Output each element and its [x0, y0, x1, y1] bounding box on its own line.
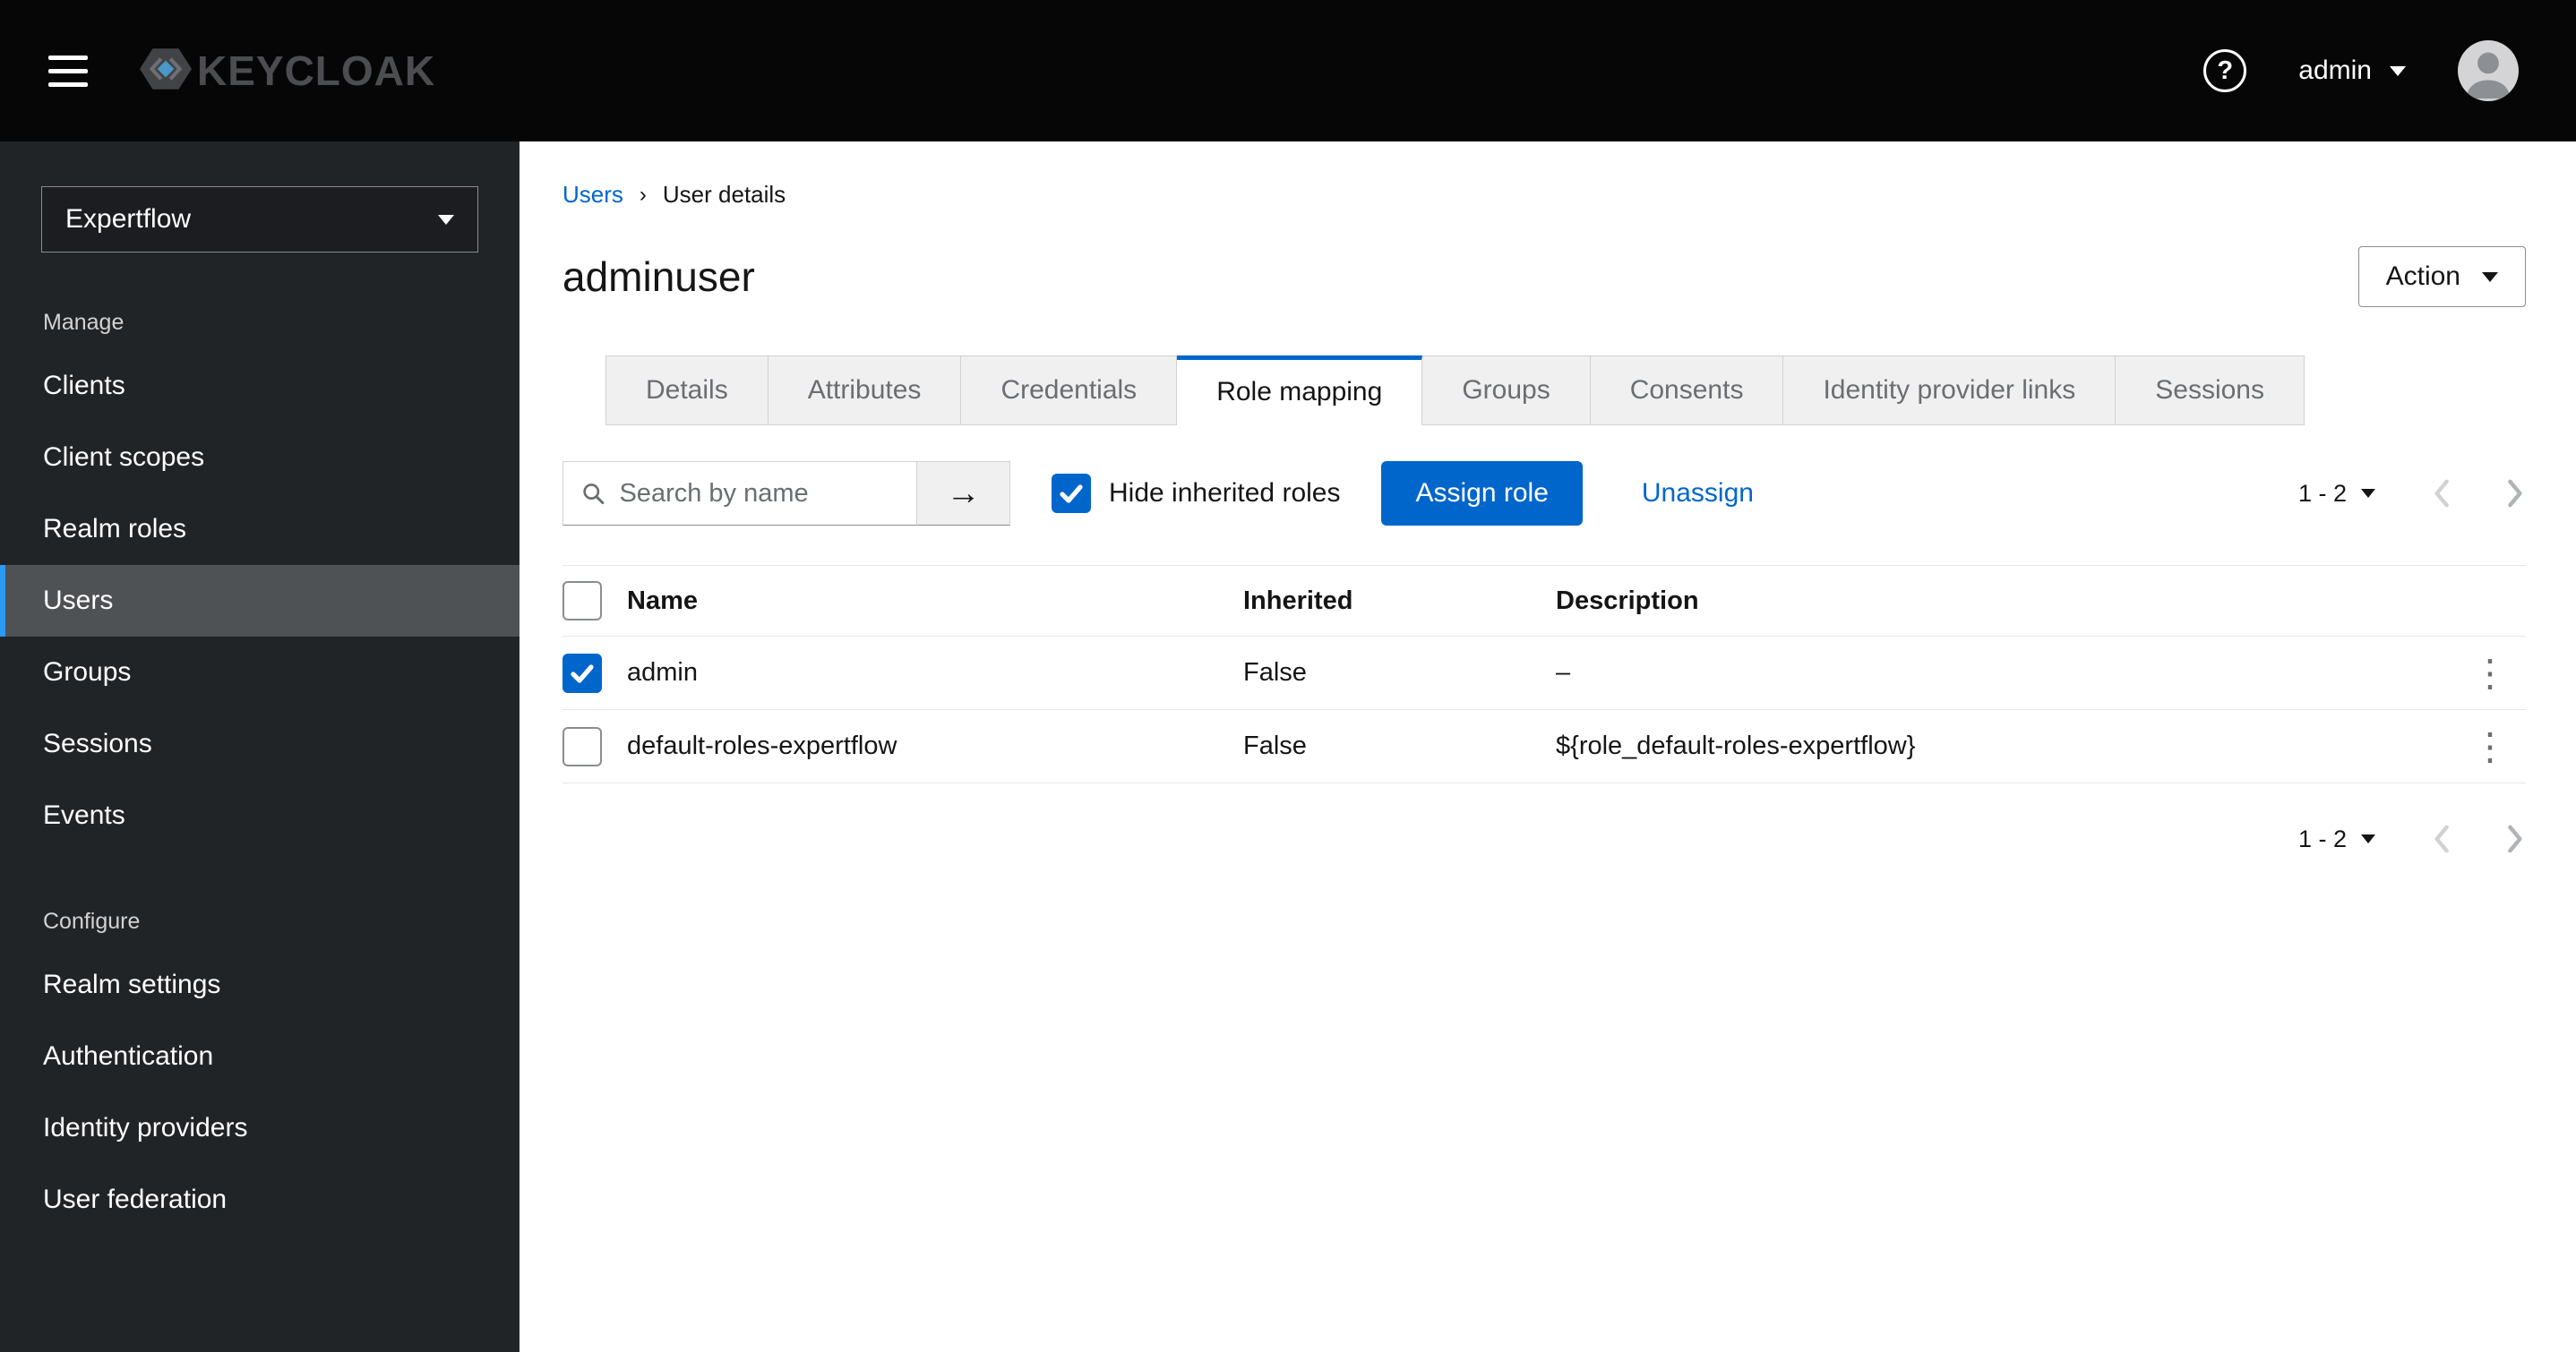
pagination-range-dropdown[interactable]: 1 - 2 [2298, 480, 2375, 508]
sidebar-item-authentication[interactable]: Authentication [0, 1021, 519, 1092]
kebab-menu-icon[interactable]: ⋮ [2454, 727, 2526, 766]
pagination-range-dropdown[interactable]: 1 - 2 [2298, 826, 2375, 853]
breadcrumb-separator-icon: › [639, 182, 647, 207]
search-icon [583, 483, 605, 505]
cell-role-name: default-roles-expertflow [627, 732, 897, 760]
brand-text: KEYCLOAK [197, 47, 436, 94]
unassign-link[interactable]: Unassign [1642, 478, 1754, 509]
cell-description: – [1556, 658, 1571, 687]
sidebar-item-realm-settings[interactable]: Realm settings [0, 949, 519, 1021]
breadcrumb-current: User details [662, 181, 786, 208]
column-header-inherited: Inherited [1243, 586, 1353, 615]
search-submit-button[interactable]: → [917, 461, 1010, 526]
pagination-prev-button[interactable] [2431, 477, 2451, 509]
column-header-name: Name [627, 586, 698, 615]
menu-toggle-icon[interactable] [48, 55, 88, 87]
tab-sessions[interactable]: Sessions [2116, 355, 2305, 425]
assign-role-button[interactable]: Assign role [1381, 461, 1583, 526]
sidebar: Expertflow Manage Clients Client scopes … [0, 141, 519, 1352]
bottom-pagination-row: 1 - 2 [562, 823, 2526, 855]
toolbar: → Hide inherited roles Assign role Unass… [562, 461, 2526, 526]
cell-inherited: False [1243, 658, 1307, 687]
tab-attributes[interactable]: Attributes [768, 355, 962, 425]
pagination-range-label: 1 - 2 [2297, 825, 2347, 852]
chevron-down-icon [2361, 489, 2375, 498]
check-icon [1060, 484, 1083, 503]
tab-identity-provider-links[interactable]: Identity provider links [1783, 355, 2117, 425]
chevron-right-icon [2508, 825, 2522, 853]
page-title: adminuser [562, 253, 755, 300]
kebab-menu-icon[interactable]: ⋮ [2454, 654, 2526, 692]
page-header: adminuser Action [562, 246, 2526, 307]
breadcrumb: Users › User details [562, 181, 2526, 209]
chevron-down-icon [438, 214, 454, 225]
user-menu-label: admin [2298, 56, 2372, 85]
chevron-right-icon [2508, 479, 2522, 508]
table-row: default-roles-expertflow False ${role_de… [562, 710, 2526, 783]
person-icon [2466, 52, 2511, 99]
pagination-top: 1 - 2 [2298, 477, 2526, 509]
tab-groups[interactable]: Groups [1422, 355, 1591, 425]
action-dropdown-button[interactable]: Action [2357, 246, 2526, 307]
realm-selector[interactable]: Expertflow [41, 186, 478, 252]
chevron-down-icon [2390, 65, 2406, 76]
check-icon [571, 663, 594, 683]
table-header-row: Name Inherited Description [562, 565, 2526, 637]
pagination-next-button[interactable] [2506, 823, 2526, 855]
sidebar-item-sessions[interactable]: Sessions [0, 708, 519, 780]
search-input[interactable] [619, 478, 904, 509]
cell-role-name: admin [627, 658, 698, 687]
tab-credentials[interactable]: Credentials [961, 355, 1178, 425]
column-header-description: Description [1556, 586, 1699, 615]
arrow-right-icon: → [946, 474, 981, 512]
role-mapping-table: Name Inherited Description admin False –… [562, 565, 2526, 783]
realm-selector-label: Expertflow [65, 204, 192, 234]
hide-inherited-checkbox[interactable] [1052, 474, 1091, 513]
masthead: KEYCLOAK ? admin [0, 0, 2576, 141]
help-icon[interactable]: ? [2203, 49, 2247, 92]
search-box [562, 461, 917, 526]
table-row: admin False – ⋮ [562, 637, 2526, 710]
chevron-down-icon [2482, 271, 2498, 282]
avatar[interactable] [2458, 40, 2519, 101]
sidebar-item-users[interactable]: Users [0, 565, 519, 637]
chevron-left-icon [2434, 825, 2449, 853]
select-all-checkbox[interactable] [562, 581, 602, 620]
chevron-down-icon [2361, 834, 2375, 843]
cell-description: ${role_default-roles-expertflow} [1556, 732, 1916, 760]
sidebar-item-clients[interactable]: Clients [0, 350, 519, 422]
nav-section-manage: Manage Clients Client scopes Realm roles… [0, 310, 519, 851]
sidebar-item-identity-providers[interactable]: Identity providers [0, 1092, 519, 1164]
user-menu[interactable]: admin [2298, 56, 2406, 86]
nav-section-title: Manage [43, 310, 125, 335]
pagination-prev-button[interactable] [2431, 823, 2451, 855]
hide-inherited-label[interactable]: Hide inherited roles [1109, 478, 1340, 509]
sidebar-item-events[interactable]: Events [0, 780, 519, 851]
keycloak-logo[interactable]: KEYCLOAK [140, 45, 435, 98]
pagination-next-button[interactable] [2506, 477, 2526, 509]
row-checkbox[interactable] [562, 726, 602, 766]
nav-section-title: Configure [43, 909, 141, 934]
row-checkbox[interactable] [562, 653, 602, 693]
nav-section-configure: Configure Realm settings Authentication … [0, 909, 519, 1236]
keycloak-logo-icon [140, 45, 192, 98]
cell-inherited: False [1243, 732, 1307, 760]
tab-role-mapping[interactable]: Role mapping [1177, 355, 1423, 425]
sidebar-item-user-federation[interactable]: User federation [0, 1164, 519, 1236]
tab-details[interactable]: Details [605, 355, 769, 425]
breadcrumb-users-link[interactable]: Users [562, 181, 623, 209]
tab-bar: Details Attributes Credentials Role mapp… [605, 355, 2526, 425]
pagination-range-label: 1 - 2 [2297, 479, 2347, 507]
pagination-bottom: 1 - 2 [2298, 823, 2526, 855]
tab-consents[interactable]: Consents [1590, 355, 1784, 425]
sidebar-item-groups[interactable]: Groups [0, 637, 519, 708]
main-content: Users › User details adminuser Action De… [519, 141, 2576, 855]
sidebar-item-realm-roles[interactable]: Realm roles [0, 493, 519, 565]
sidebar-item-client-scopes[interactable]: Client scopes [0, 422, 519, 493]
action-dropdown-label: Action [2385, 261, 2460, 291]
chevron-left-icon [2434, 479, 2449, 508]
